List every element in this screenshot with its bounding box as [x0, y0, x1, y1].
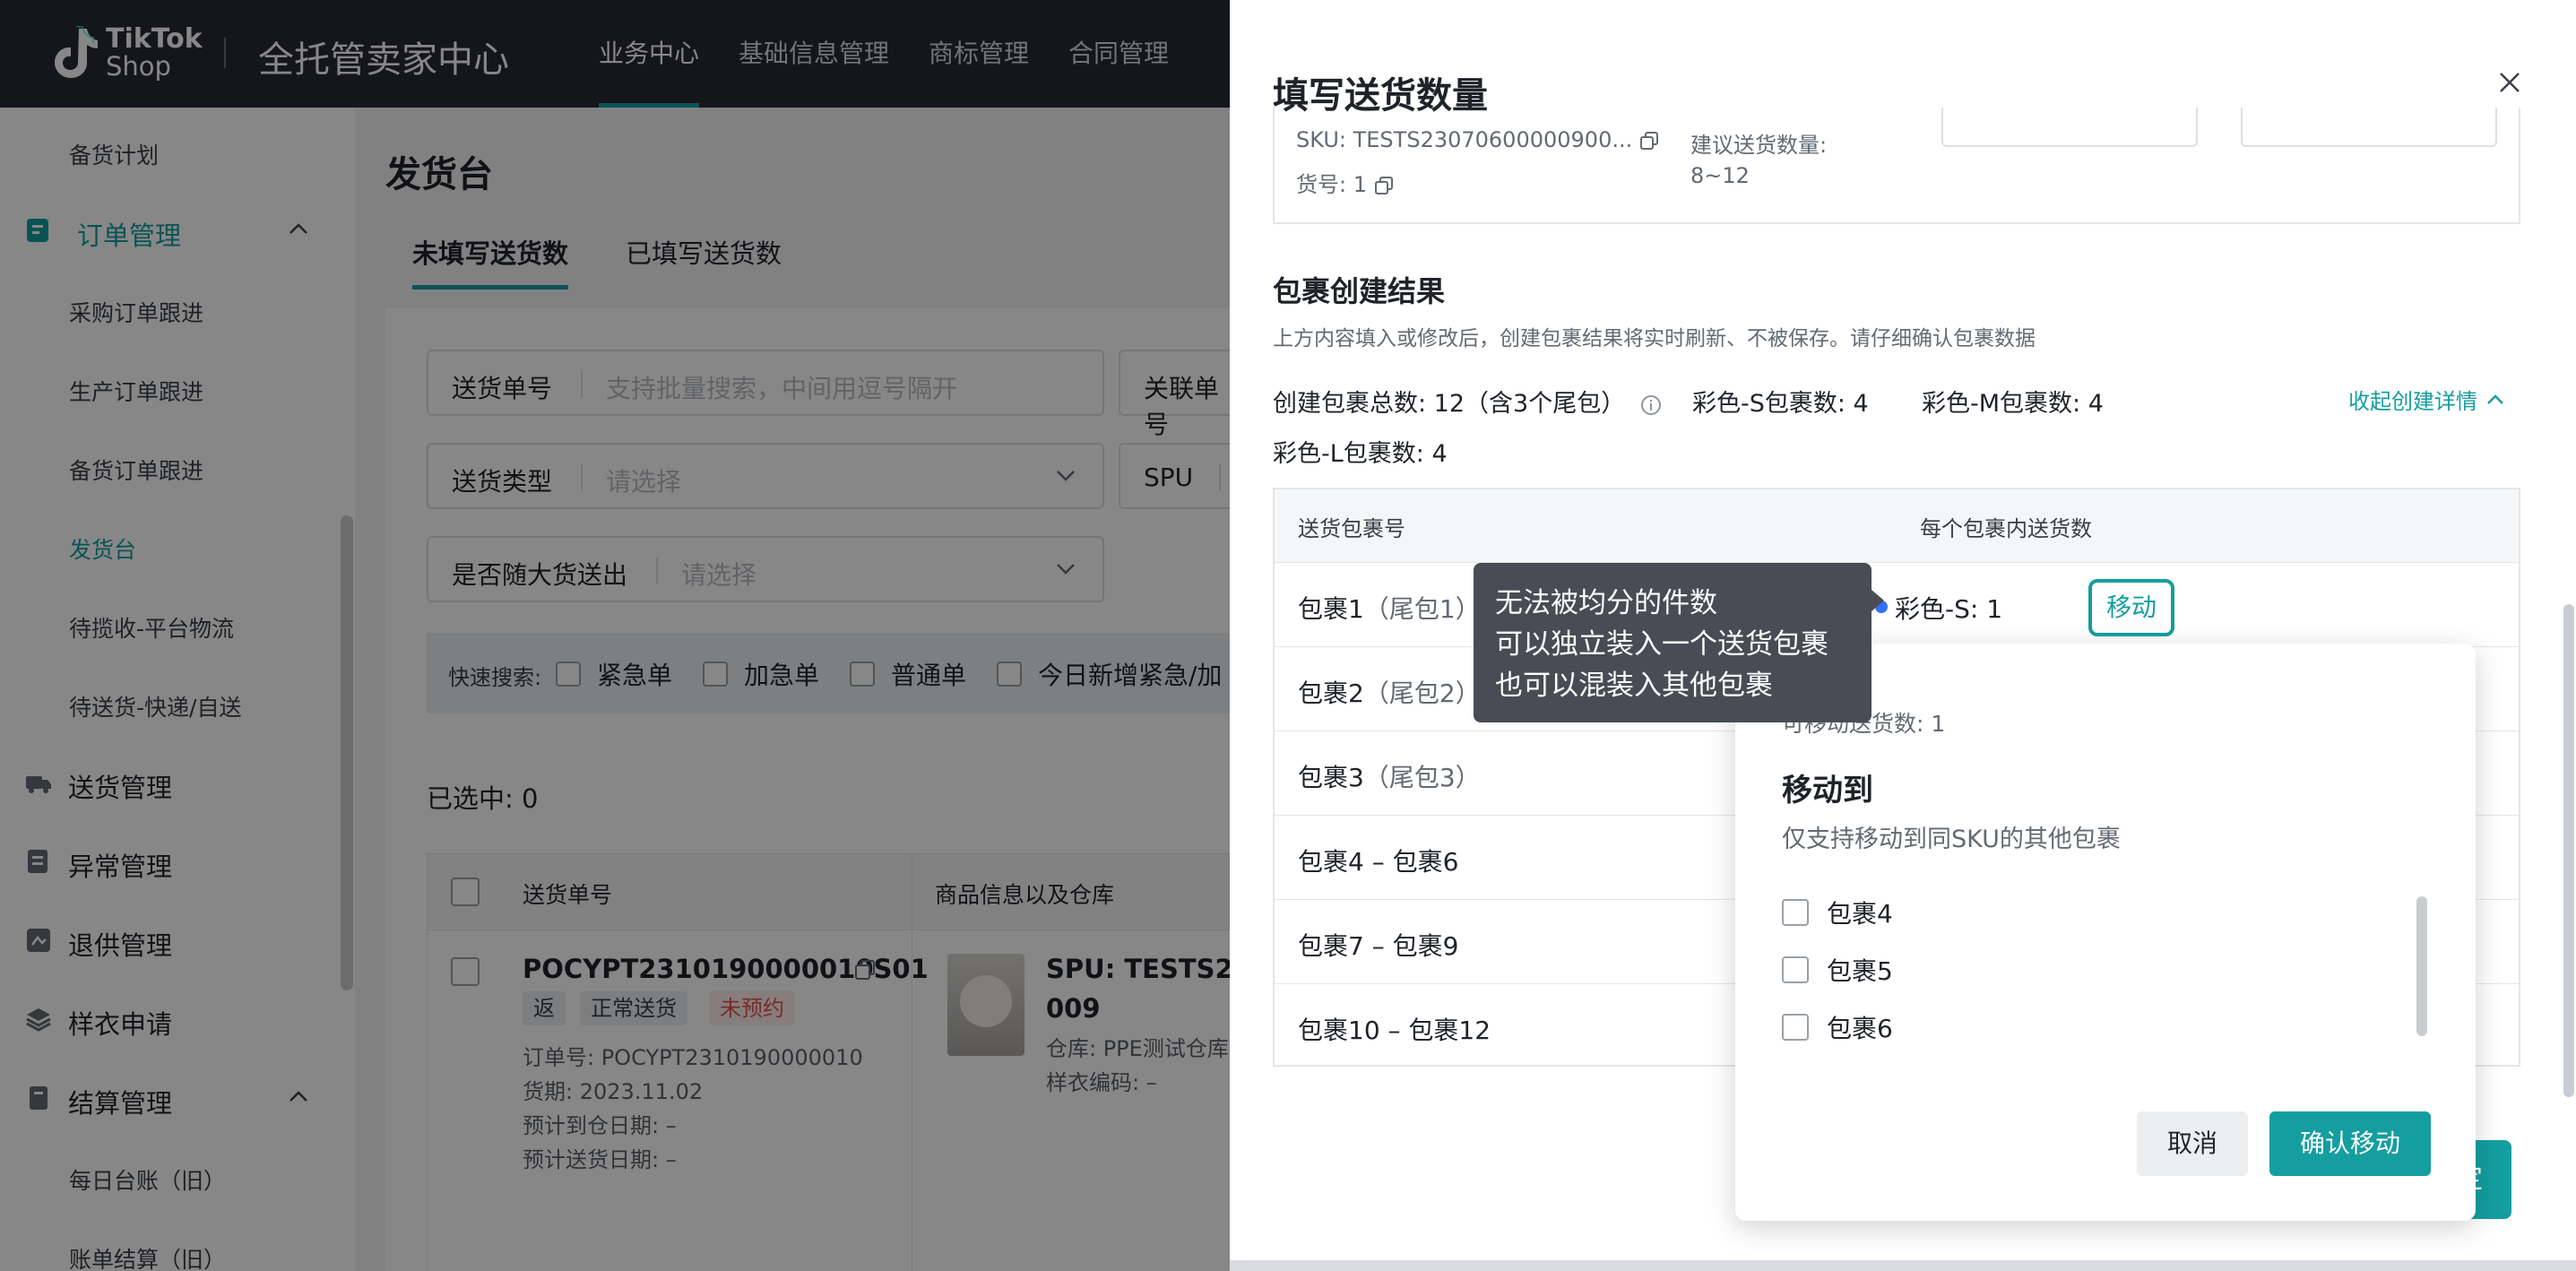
modal-overlay[interactable] — [0, 0, 1230, 1271]
sku-code-text: SKU: TESTS23070600000900... — [1296, 127, 1633, 152]
size-s-packages: 彩色-S包裹数: 4 — [1692, 390, 1869, 418]
package-result-title: 包裹创建结果 — [1273, 274, 1446, 308]
move-target-label: 包裹5 — [1827, 956, 1893, 986]
collapse-details-link[interactable]: 收起创建详情 — [2348, 384, 2504, 415]
package-row: 包裹1（尾包1） 彩色-S: 1 移动 — [1275, 563, 2519, 647]
size-m-packages: 彩色-M包裹数: 4 — [1922, 390, 2104, 418]
goods-no: 货号: 1 — [1296, 167, 1394, 198]
package-name-tail: （尾包2） — [1363, 679, 1481, 708]
size-l-packages: 彩色-L包裹数: 4 — [1273, 440, 1448, 468]
total-packages: 创建包裹总数: 12（含3个尾包） — [1273, 384, 1662, 419]
package-name: 包裹10 – 包裹12 — [1298, 1016, 1491, 1045]
checkbox[interactable] — [1782, 899, 1809, 926]
quantity-input[interactable] — [2241, 108, 2497, 147]
package-name-tail: （尾包1） — [1363, 594, 1481, 624]
package-qty: 彩色-S: 1 — [1895, 594, 2003, 624]
chevron-up-icon — [2487, 393, 2503, 404]
confirm-move-button[interactable]: 确认移动 — [2269, 1111, 2431, 1176]
checkbox[interactable] — [1782, 1014, 1809, 1041]
package-name-main: 包裹3 — [1298, 763, 1364, 792]
close-icon[interactable] — [2497, 70, 2522, 95]
checkbox[interactable] — [1782, 956, 1809, 983]
cancel-button[interactable]: 取消 — [2137, 1111, 2248, 1176]
copy-icon[interactable] — [1374, 176, 1394, 195]
suggest-qty-value: 8~12 — [1690, 163, 1750, 188]
package-result-desc: 上方内容填入或修改后，创建包裹结果将实时刷新、不被保存。请仔细确认包裹数据 — [1273, 327, 2036, 350]
package-name: 包裹1（尾包1） — [1298, 590, 1481, 626]
tooltip-line: 也可以混装入其他包裹 — [1495, 670, 1773, 702]
column-header: 每个包裹内送货数 — [1920, 516, 2092, 541]
move-target-option[interactable]: 包裹6 — [1782, 1009, 1893, 1045]
move-popover: 可移动送货数: 1 移动到 仅支持移动到同SKU的其他包裹 包裹4 包裹5 包裹… — [1735, 644, 2476, 1221]
collapse-details-label: 收起创建详情 — [2348, 389, 2477, 414]
package-name-main: 包裹2 — [1298, 679, 1364, 708]
goods-no-text: 货号: 1 — [1296, 172, 1367, 197]
tail-package-tooltip: 无法被均分的件数 可以独立装入一个送货包裹 也可以混装入其他包裹 — [1474, 563, 1884, 722]
drawer-footer-edge — [1230, 1260, 2576, 1271]
total-packages-text: 创建包裹总数: 12（含3个尾包） — [1273, 390, 1626, 418]
tooltip-line: 可以独立装入一个送货包裹 — [1495, 628, 1828, 661]
drawer-scrollbar[interactable] — [2563, 604, 2574, 1097]
move-target-option[interactable]: 包裹4 — [1782, 895, 1893, 930]
popover-desc: 仅支持移动到同SKU的其他包裹 — [1782, 826, 2121, 853]
sku-code: SKU: TESTS23070600000900... — [1296, 127, 1659, 152]
package-name: 包裹4 – 包裹6 — [1298, 847, 1459, 877]
move-target-label: 包裹4 — [1827, 899, 1893, 929]
move-target-label: 包裹6 — [1827, 1014, 1893, 1043]
package-name: 包裹7 – 包裹9 — [1298, 931, 1459, 961]
popover-scrollbar[interactable] — [2416, 896, 2427, 1036]
suggest-qty-label: 建议送货数量: — [1690, 133, 1828, 158]
package-name-tail: （尾包3） — [1363, 763, 1481, 792]
move-button[interactable]: 移动 — [2088, 579, 2174, 636]
move-target-option[interactable]: 包裹5 — [1782, 952, 1893, 988]
column-header: 送货包裹号 — [1298, 516, 1405, 541]
info-icon[interactable] — [1640, 394, 1662, 416]
popover-title: 移动到 — [1782, 773, 1873, 808]
copy-icon[interactable] — [1639, 131, 1659, 151]
quantity-input[interactable] — [1941, 108, 2198, 147]
tooltip-line: 无法被均分的件数 — [1495, 587, 1717, 619]
package-name: 包裹3（尾包3） — [1298, 758, 1481, 794]
package-table-header: 送货包裹号 每个包裹内送货数 — [1275, 489, 2519, 563]
package-name-main: 包裹1 — [1298, 594, 1364, 624]
package-name: 包裹2（尾包2） — [1298, 674, 1481, 710]
